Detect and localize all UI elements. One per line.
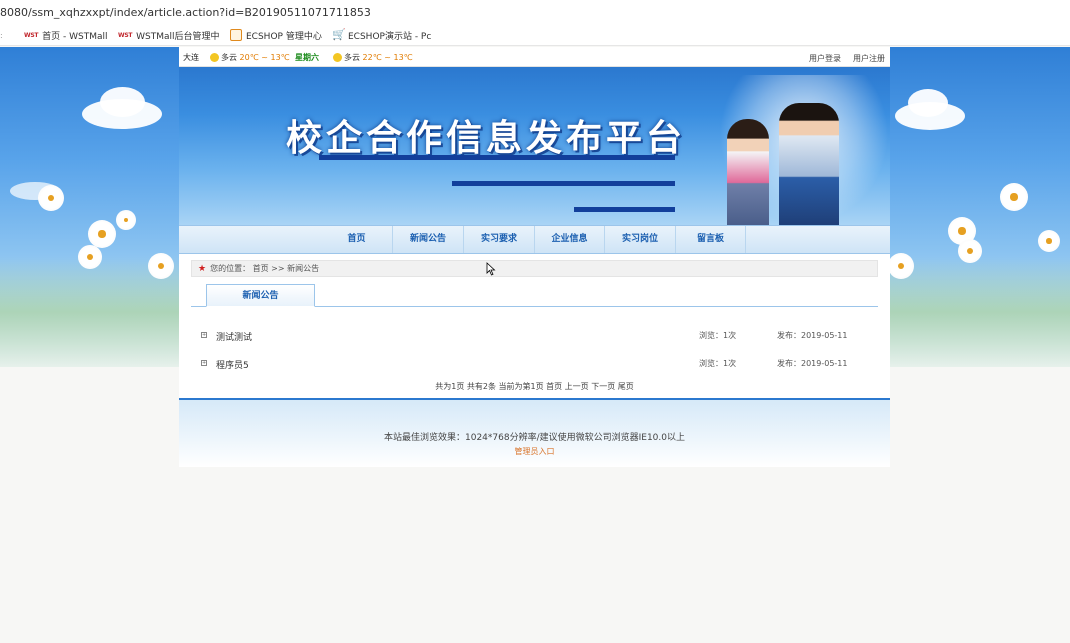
bookmark-item[interactable]: ECSHOP 管理中心 (230, 28, 322, 42)
sky-decoration-left (0, 47, 180, 367)
plus-box-icon: + (201, 360, 207, 366)
tab-news[interactable]: 新闻公告 (206, 284, 315, 307)
site-banner: 校企合作信息发布平台 (179, 67, 890, 225)
bookmark-item[interactable]: : (0, 28, 3, 42)
nav-news[interactable]: 新闻公告 (393, 226, 464, 253)
nav-internship-requirements[interactable]: 实习要求 (464, 226, 535, 253)
article-views: 浏览：1次 (699, 331, 737, 340)
nav-internship-positions[interactable]: 实习岗位 (605, 226, 676, 253)
sun-icon (333, 53, 342, 62)
article-title-link[interactable]: 程序员5 (216, 358, 249, 371)
star-icon: : (0, 30, 3, 40)
sun-icon (210, 53, 219, 62)
bookmark-label: 首页 - WSTMall (42, 31, 108, 42)
user-login-link[interactable]: 用户登录 (809, 53, 841, 64)
banner-line (452, 181, 675, 186)
wst-logo-icon: WST (24, 31, 39, 39)
breadcrumb: ★ 您的位置： 首页 >> 新闻公告 (191, 260, 878, 277)
banner-line (574, 207, 675, 212)
student-girl-image (727, 119, 769, 225)
breadcrumb-home[interactable]: 首页 (253, 264, 269, 273)
top-info-bar: 大连 多云 20℃ ~ 13℃ 星期六 多云 22℃ ~ 13℃ 用户登录 用户… (179, 47, 890, 67)
bookmark-label: WSTMall后台管理中 (136, 31, 220, 42)
article-views: 浏览：1次 (699, 359, 737, 368)
main-nav: 首页 新闻公告 实习要求 企业信息 实习岗位 留言板 (179, 225, 890, 254)
mouse-cursor-icon (486, 262, 496, 276)
plus-box-icon: + (201, 332, 207, 338)
ecshop-box-icon (230, 29, 242, 41)
user-register-link[interactable]: 用户注册 (853, 53, 885, 64)
bookmark-label: ECSHOP演示站 - Pc (348, 31, 432, 42)
main-page: 大连 多云 20℃ ~ 13℃ 星期六 多云 22℃ ~ 13℃ 用户登录 用户… (179, 47, 890, 467)
section-tabs: 新闻公告 (191, 283, 878, 307)
browser-address-bar[interactable]: 8080/ssm_xqhzxxpt/index/article.action?i… (0, 0, 1070, 24)
bookmarks-bar: : WST 首页 - WSTMall WST WSTMall后台管理中 ECSH… (0, 24, 1070, 46)
sky-decoration-right (890, 47, 1070, 367)
list-item[interactable]: + 测试测试 浏览：1次 发布：2019-05-11 (201, 329, 851, 343)
page-footer: 本站最佳浏览效果：1024*768分辨率/建议使用微软公司浏览器IE10.0以上… (179, 398, 890, 467)
weather-today: 多云 20℃ ~ 13℃ (210, 52, 290, 63)
nav-company-info[interactable]: 企业信息 (535, 226, 605, 253)
weather-tomorrow: 多云 22℃ ~ 13℃ (333, 52, 413, 63)
article-date: 发布：2019-05-11 (777, 359, 848, 368)
weekday-label: 星期六 (295, 53, 319, 62)
nav-home[interactable]: 首页 (321, 226, 393, 253)
breadcrumb-current: 新闻公告 (287, 264, 320, 273)
nav-message-board[interactable]: 留言板 (676, 226, 746, 253)
student-boy-image (779, 103, 839, 225)
footer-note: 本站最佳浏览效果：1024*768分辨率/建议使用微软公司浏览器IE10.0以上 (384, 433, 685, 443)
wst-logo-icon: WST (118, 31, 133, 39)
bookmark-item[interactable]: 🛒 ECSHOP演示站 - Pc (332, 28, 431, 42)
pagination[interactable]: 共为1页 共有2条 当前为第1页 首页 上一页 下一页 尾页 (179, 381, 890, 392)
list-item[interactable]: + 程序员5 浏览：1次 发布：2019-05-11 (201, 357, 851, 371)
article-title-link[interactable]: 测试测试 (216, 330, 252, 343)
site-title: 校企合作信息发布平台 (286, 117, 687, 159)
bookmark-item[interactable]: WST 首页 - WSTMall (24, 28, 108, 42)
url-text[interactable]: 8080/ssm_xqhzxxpt/index/article.action?i… (0, 6, 371, 19)
article-date: 发布：2019-05-11 (777, 331, 848, 340)
bookmark-item[interactable]: WST WSTMall后台管理中 (118, 28, 220, 42)
banner-line (319, 155, 675, 160)
ecshop-cart-icon: 🛒 (332, 28, 346, 41)
star-icon: ★ (198, 264, 207, 274)
bookmark-label: ECSHOP 管理中心 (246, 31, 322, 42)
city-name: 大连 (183, 53, 199, 62)
admin-entry-link[interactable]: 管理员入口 (179, 446, 890, 457)
